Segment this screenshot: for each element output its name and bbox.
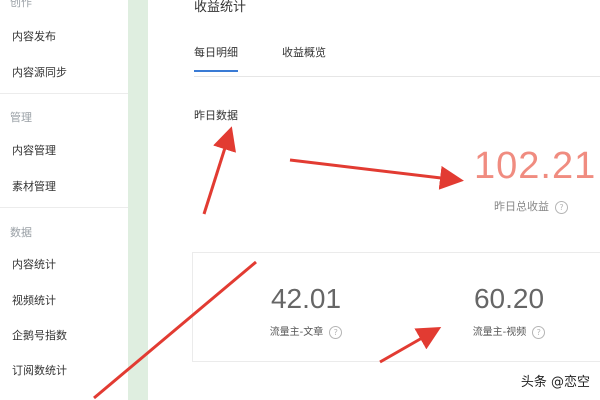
tabs-divider [194, 76, 600, 77]
help-icon[interactable]: ? [555, 200, 568, 214]
help-icon[interactable]: ? [329, 325, 343, 339]
yesterday-data-label: 昨日数据 [194, 109, 238, 122]
help-icon[interactable]: ? [532, 325, 546, 339]
sidebar-strip [128, 0, 148, 400]
sidebar-item-video-stats[interactable]: 视频统计 [12, 292, 56, 308]
article-revenue-label: 流量主-文章 [269, 327, 324, 338]
active-tab-indicator [194, 70, 238, 72]
video-revenue-value: 60.20 [473, 283, 545, 314]
sidebar: 创作 内容发布 内容源同步 管理 内容管理 素材管理 数据 内容统计 视频统计 … [0, 0, 128, 400]
video-revenue-label-row: 流量主-视频? [418, 323, 600, 339]
page-title: 收益统计 [194, 0, 247, 15]
sidebar-item-subscription-stats[interactable]: 订阅数统计 [12, 362, 67, 378]
sidebar-section-manage: 管理 [10, 111, 32, 124]
article-revenue-value: 42.01 [270, 283, 342, 314]
sidebar-item-penguin-index[interactable]: 企鹅号指数 [12, 327, 67, 343]
sidebar-divider [0, 207, 128, 208]
sidebar-item-content-sync[interactable]: 内容源同步 [12, 64, 67, 80]
sidebar-item-content-stats[interactable]: 内容统计 [12, 256, 56, 272]
watermark: 头条 @恋空 [520, 375, 590, 390]
tab-income-overview[interactable]: 收益概览 [282, 44, 326, 60]
tab-daily-detail[interactable]: 每日明细 [194, 44, 238, 60]
yesterday-total-label-row: 昨日总收益? [494, 198, 568, 214]
article-revenue-label-row: 流量主-文章? [193, 323, 419, 339]
sidebar-section-data: 数据 [10, 226, 32, 239]
sidebar-item-material-manage[interactable]: 素材管理 [12, 178, 56, 194]
video-revenue-label: 流量主-视频 [472, 327, 527, 338]
yesterday-total-value: 102.21 [474, 145, 597, 187]
sidebar-section-create: 创作 [10, 0, 32, 9]
stat-card-video: 60.20 流量主-视频? [418, 252, 600, 362]
sidebar-divider [0, 93, 128, 94]
yesterday-total-label: 昨日总收益 [494, 200, 549, 213]
stat-card-article: 42.01 流量主-文章? [192, 252, 420, 362]
sidebar-item-content-publish[interactable]: 内容发布 [12, 28, 56, 44]
main-panel: 收益统计 每日明细 收益概览 昨日数据 102.21 昨日总收益? 42.01 … [148, 0, 600, 400]
sidebar-item-content-manage[interactable]: 内容管理 [12, 142, 56, 158]
